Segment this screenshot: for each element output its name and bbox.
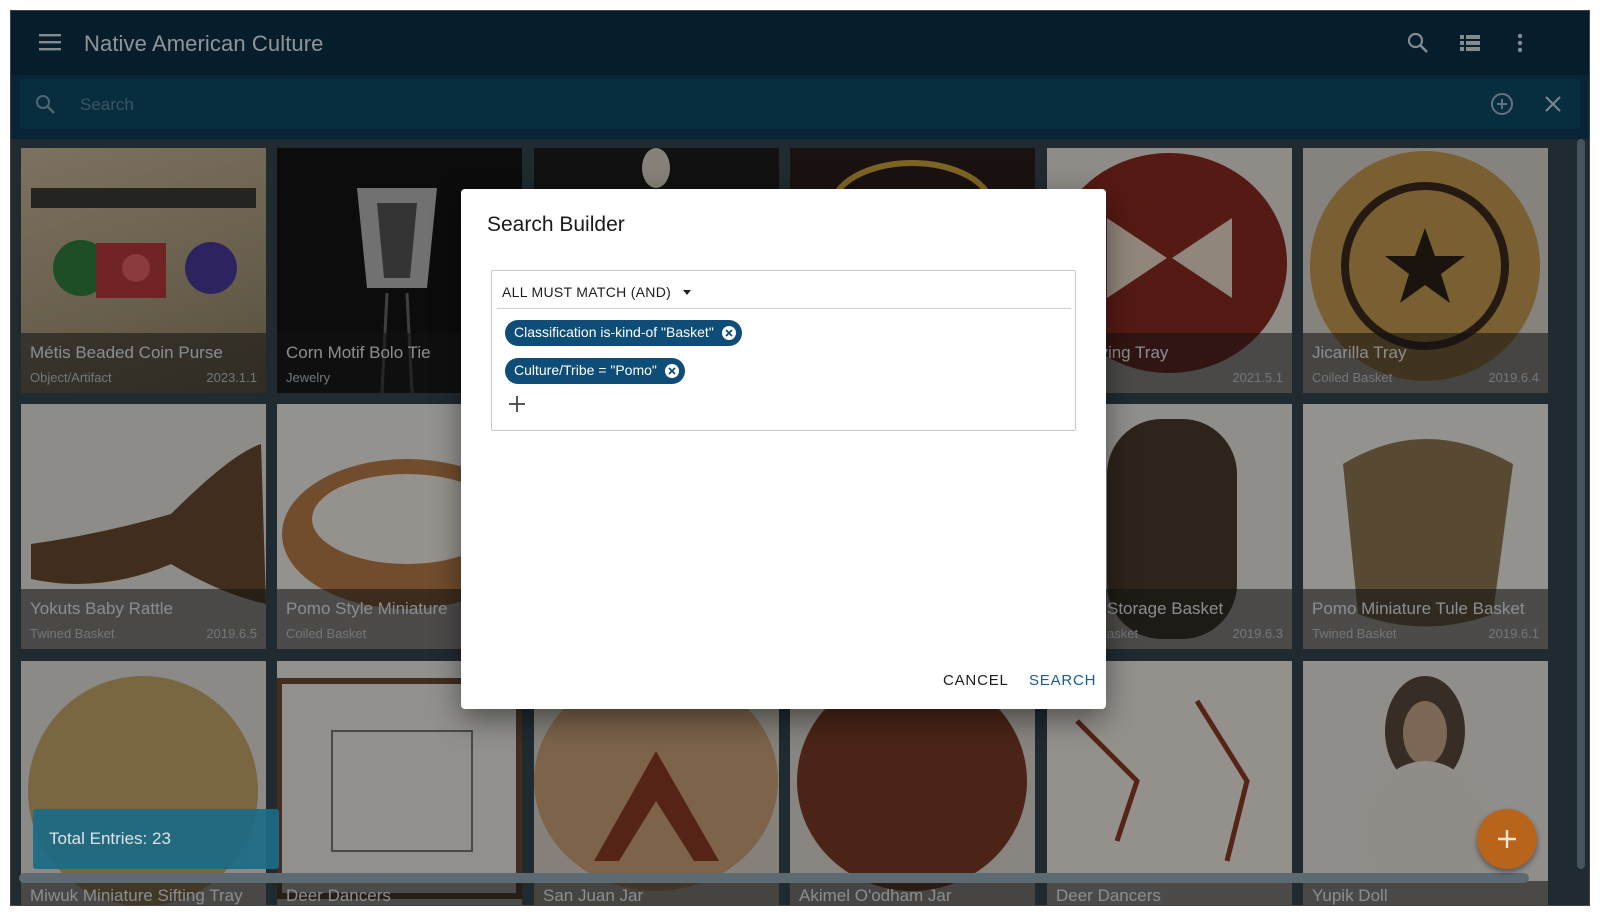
cancel-chip-icon[interactable] bbox=[721, 325, 737, 341]
total-entries-label: Total Entries: 23 bbox=[49, 829, 171, 848]
query-builder: ALL MUST MATCH (AND) Classification is-k… bbox=[491, 270, 1076, 431]
horizontal-scrollbar[interactable] bbox=[19, 873, 1529, 883]
vertical-scrollbar[interactable] bbox=[1577, 139, 1585, 869]
divider bbox=[497, 308, 1071, 309]
add-condition-icon[interactable] bbox=[508, 395, 526, 413]
search-button[interactable]: SEARCH bbox=[1029, 672, 1096, 689]
condition-label: Culture/Tribe = "Pomo" bbox=[514, 362, 657, 378]
search-builder-dialog: Search Builder ALL MUST MATCH (AND) Clas… bbox=[461, 189, 1106, 709]
chevron-down-icon[interactable] bbox=[683, 290, 691, 295]
cancel-chip-icon[interactable] bbox=[664, 363, 680, 379]
condition-chip[interactable]: Classification is-kind-of "Basket" bbox=[505, 320, 742, 346]
add-icon bbox=[1498, 830, 1516, 848]
dialog-title: Search Builder bbox=[487, 213, 625, 236]
total-entries-badge: Total Entries: 23 bbox=[33, 809, 279, 869]
add-item-fab[interactable] bbox=[1477, 809, 1537, 869]
match-mode-select[interactable]: ALL MUST MATCH (AND) bbox=[502, 284, 671, 300]
condition-chip[interactable]: Culture/Tribe = "Pomo" bbox=[505, 358, 685, 384]
cancel-button[interactable]: CANCEL bbox=[943, 672, 1009, 689]
condition-label: Classification is-kind-of "Basket" bbox=[514, 324, 714, 340]
